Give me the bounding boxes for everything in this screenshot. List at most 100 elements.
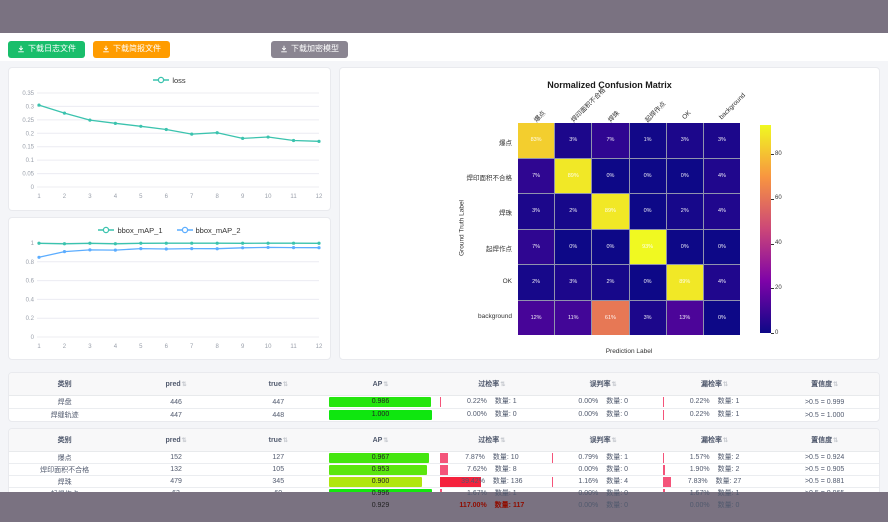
metrics-table: 类别pred⇅true⇅AP⇅过检率⇅误判率⇅漏检率⇅置信度⇅焊盘4464470… xyxy=(9,373,879,421)
pred-cell: 447 xyxy=(120,409,231,422)
sort-icon[interactable]: ⇅ xyxy=(612,382,617,388)
svg-text:2: 2 xyxy=(63,194,67,200)
over-rate-cell: 7.62%数量: 8 xyxy=(436,464,547,476)
column-header-pred[interactable]: pred⇅ xyxy=(120,429,231,452)
rate-values: 0.00%数量: 0 xyxy=(552,465,655,475)
true-cell: 447 xyxy=(232,396,325,409)
column-header-漏检率[interactable]: 漏检率⇅ xyxy=(659,373,770,396)
map-legend-item-bbox_mAP_1[interactable]: bbox_mAP_1 xyxy=(98,226,162,235)
svg-text:6: 6 xyxy=(165,344,169,350)
mis-rate-cell-wrap: 1.16%数量: 4 xyxy=(552,477,655,487)
map-legend-item-bbox_mAP_2[interactable]: bbox_mAP_2 xyxy=(177,226,241,235)
sort-icon[interactable]: ⇅ xyxy=(182,382,187,388)
column-header-漏检率[interactable]: 漏检率⇅ xyxy=(659,429,770,452)
sort-icon[interactable]: ⇅ xyxy=(612,438,617,444)
over-rate-cell: 0.00%数量: 0 xyxy=(436,409,547,422)
rate-count: 数量: 136 xyxy=(493,477,523,487)
colorbar-tick-mark xyxy=(771,154,774,155)
map-chart-legend: bbox_mAP_1 bbox_mAP_2 xyxy=(9,218,330,237)
column-header-过检率[interactable]: 过检率⇅ xyxy=(436,429,547,452)
sort-icon[interactable]: ⇅ xyxy=(500,382,505,388)
rate-percent: 7.87% xyxy=(465,453,485,463)
svg-text:0.8: 0.8 xyxy=(26,260,35,266)
ap-bar-wrap: 0.967 xyxy=(329,453,432,463)
matrix-row-label: 焊印面积不合格 xyxy=(342,172,512,182)
sort-icon[interactable]: ⇅ xyxy=(383,382,388,388)
rate-percent: 117.00% xyxy=(459,501,486,511)
legend-marker-icon xyxy=(177,226,193,234)
rate-values: 7.83%数量: 27 xyxy=(663,477,766,487)
svg-text:0.35: 0.35 xyxy=(22,91,34,97)
column-header-true[interactable]: true⇅ xyxy=(232,373,325,396)
column-header-误判率[interactable]: 误判率⇅ xyxy=(548,373,659,396)
svg-text:10: 10 xyxy=(265,194,272,200)
download-log-button[interactable]: 下载日志文件 xyxy=(8,41,85,58)
ap-value: 0.929 xyxy=(329,501,432,511)
download-plain-model-button[interactable]: 下载非加密模型 xyxy=(178,41,263,58)
download-button-row: 下载日志文件 下载简报文件 下载非加密模型 下载加密模型 xyxy=(0,33,888,61)
download-encrypted-model-button[interactable]: 下载加密模型 xyxy=(271,41,348,58)
column-header-label: 过检率 xyxy=(478,437,499,444)
svg-text:8: 8 xyxy=(216,344,220,350)
column-header-过检率[interactable]: 过检率⇅ xyxy=(436,373,547,396)
download-icon xyxy=(187,45,195,53)
sort-icon[interactable]: ⇅ xyxy=(283,438,288,444)
miss-rate-cell: 0.22%数量: 1 xyxy=(659,409,770,422)
colorbar-tick-mark xyxy=(771,288,774,289)
download-report-button[interactable]: 下载简报文件 xyxy=(93,41,170,58)
over-rate-cell-wrap: 7.87%数量: 10 xyxy=(440,453,543,463)
sort-icon[interactable]: ⇅ xyxy=(383,438,388,444)
dashboard-content: 下载日志文件 下载简报文件 下载非加密模型 下载加密模型 xyxy=(0,33,888,492)
category-cell: 焊盘 xyxy=(9,396,120,409)
sort-icon[interactable]: ⇅ xyxy=(723,382,728,388)
ap-value: 0.996 xyxy=(329,489,432,499)
download-icon xyxy=(102,45,110,53)
legend-label: bbox_mAP_2 xyxy=(196,226,241,235)
map-chart-card: bbox_mAP_1bbox_mAP_2 00.20.40.60.8112345… xyxy=(8,217,331,360)
column-header-置信度[interactable]: 置信度⇅ xyxy=(770,429,879,452)
svg-text:0: 0 xyxy=(31,185,35,191)
loss-chart: 00.050.10.150.20.250.30.3512345678910111… xyxy=(9,87,330,207)
column-header-true[interactable]: true⇅ xyxy=(232,429,325,452)
rate-percent: 0.00% xyxy=(578,397,598,407)
rate-percent: 0.00% xyxy=(578,465,598,475)
column-header-置信度[interactable]: 置信度⇅ xyxy=(770,373,879,396)
sort-icon[interactable]: ⇅ xyxy=(500,438,505,444)
pred-cell: 479 xyxy=(120,476,231,488)
sort-icon[interactable]: ⇅ xyxy=(283,382,288,388)
column-header-误判率[interactable]: 误判率⇅ xyxy=(548,429,659,452)
table-row: 焊珠4793450.90039.42%数量: 1361.16%数量: 47.83… xyxy=(9,476,879,488)
miss-rate-cell: 1.90%数量: 2 xyxy=(659,464,770,476)
column-header-AP[interactable]: AP⇅ xyxy=(325,429,436,452)
column-header-pred[interactable]: pred⇅ xyxy=(120,373,231,396)
sort-icon[interactable]: ⇅ xyxy=(833,438,838,444)
mis-rate-cell: 0.79%数量: 1 xyxy=(548,452,659,464)
column-header-label: true xyxy=(269,381,282,388)
sort-icon[interactable]: ⇅ xyxy=(723,438,728,444)
loss-chart-legend: loss xyxy=(9,68,330,87)
sort-icon[interactable]: ⇅ xyxy=(833,382,838,388)
sort-icon[interactable]: ⇅ xyxy=(182,438,187,444)
matrix-cell: 93% xyxy=(630,230,666,265)
true-cell: 448 xyxy=(232,409,325,422)
mis-rate-cell: 0.00%数量: 0 xyxy=(548,500,659,512)
matrix-cell: 61% xyxy=(592,301,628,336)
map-chart: 00.20.40.60.81123456789101112 xyxy=(9,237,330,357)
legend-label: bbox_mAP_1 xyxy=(117,226,162,235)
matrix-cell: 0% xyxy=(704,301,740,336)
column-header-AP[interactable]: AP⇅ xyxy=(325,373,436,396)
matrix-cell: 0% xyxy=(630,265,666,300)
window-top-frame xyxy=(0,0,888,33)
rate-count: 数量: 0 xyxy=(606,397,628,407)
miss-rate-cell-wrap: 0.00%数量: 0 xyxy=(663,501,766,511)
rate-values: 7.87%数量: 10 xyxy=(440,453,543,463)
loss-legend-item-loss[interactable]: loss xyxy=(153,76,185,85)
column-header-label: 置信度 xyxy=(811,437,832,444)
column-header-label: true xyxy=(269,437,282,444)
rate-values: 1.67%数量: 1 xyxy=(440,489,543,499)
miss-rate-cell: 1.57%数量: 2 xyxy=(659,452,770,464)
column-header-label: AP xyxy=(373,381,383,388)
svg-text:8: 8 xyxy=(216,194,220,200)
matrix-col-label: 焊印面积不合格 xyxy=(567,85,606,124)
svg-text:5: 5 xyxy=(139,344,143,350)
